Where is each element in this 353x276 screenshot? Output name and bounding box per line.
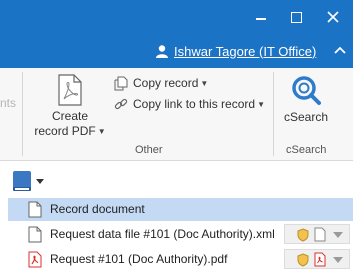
dropdown-caret-icon: ▼ [257,99,265,109]
csearch-icon [292,76,321,105]
list-item[interactable]: Request data file #101 (Doc Authority).x… [8,223,353,246]
copy-icon [114,76,128,90]
ribbon-separator [273,72,274,156]
ribbon-partial-label[interactable]: nts [0,96,16,110]
list-item[interactable]: Record document [8,198,353,221]
close-icon[interactable] [326,10,340,24]
dropdown-caret-icon[interactable] [333,257,343,263]
ribbon-separator [22,72,23,156]
create-pdf-label-2: record PDF [34,124,96,138]
pdf-document-icon [57,74,83,106]
dropdown-caret-icon: ▼ [97,127,106,137]
document-icon[interactable] [314,227,326,242]
chevron-up-icon[interactable] [334,45,346,55]
maximize-icon[interactable] [290,10,304,24]
list-item-label: Request data file #101 (Doc Authority).x… [50,227,275,241]
csearch-button[interactable]: cSearch [280,74,332,124]
row-status-controls [284,249,350,269]
copy-record-label: Copy record [133,76,199,90]
list-item[interactable]: Request #101 (Doc Authority).pdf [8,248,353,271]
user-name-link[interactable]: Ishwar Tagore (IT Office) [174,44,316,59]
row-status-controls [284,224,350,244]
link-icon [114,98,128,110]
dropdown-caret-icon: ▼ [200,78,209,88]
minimize-icon[interactable] [254,10,268,24]
list-item-label: Request #101 (Doc Authority).pdf [50,252,228,266]
shield-icon [297,228,309,242]
dropdown-caret-icon[interactable] [333,232,343,238]
create-pdf-label-1: Create [51,109,89,123]
document-icon [28,226,42,243]
pdf-icon [28,251,42,268]
copy-link-button[interactable]: Copy link to this record ▼ [114,95,265,113]
user-icon [155,44,169,58]
view-toolbar [12,170,44,192]
create-record-pdf-button[interactable]: Create record PDF ▼ [34,74,106,139]
copy-record-button[interactable]: Copy record ▼ [114,74,208,92]
copy-link-label: Copy link to this record [133,97,256,111]
book-icon[interactable] [12,170,32,192]
list-item-label: Record document [50,202,145,216]
document-icon [28,201,42,218]
csearch-label: cSearch [283,110,329,124]
user-account[interactable]: Ishwar Tagore (IT Office) [155,43,316,59]
pdf-icon[interactable] [314,252,326,267]
title-bar: Ishwar Tagore (IT Office) [0,0,353,68]
ribbon: nts Create record PDF ▼ Copy record ▼ Cop… [0,68,353,161]
group-label-other: Other [135,144,163,156]
dropdown-caret-icon[interactable] [36,178,44,184]
group-label-csearch: cSearch [286,144,327,156]
shield-icon [297,253,309,267]
